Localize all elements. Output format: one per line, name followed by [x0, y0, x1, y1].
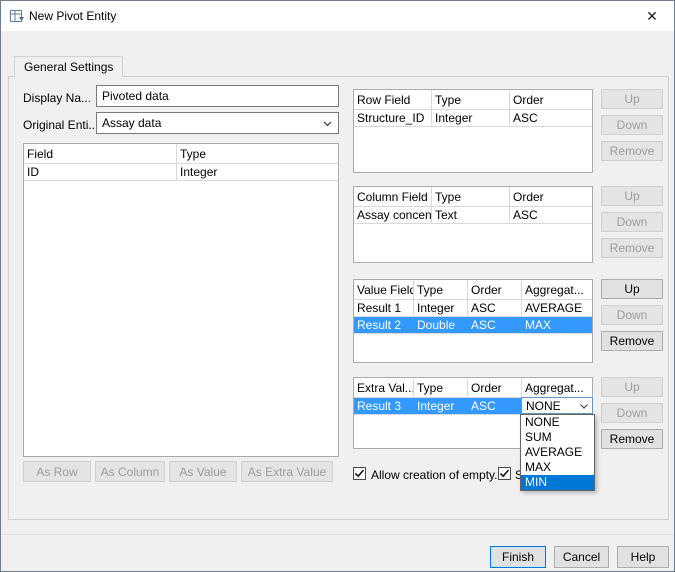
chevron-down-icon: [323, 121, 332, 127]
value-field-remove-button[interactable]: Remove: [601, 331, 663, 351]
cell-type: Integer: [177, 164, 338, 180]
dropdown-option[interactable]: MAX: [521, 460, 594, 475]
as-row-button[interactable]: As Row: [23, 461, 91, 482]
extra-value-up-button[interactable]: Up: [601, 377, 663, 397]
column-field-table: Column Field Type Order Assay concentr..…: [353, 186, 593, 263]
cell-column-field: Assay concentr...: [354, 207, 432, 223]
aggregation-combobox[interactable]: NONE: [521, 397, 593, 414]
original-entity-value: Assay data: [102, 116, 161, 130]
column-header[interactable]: Value Field: [354, 280, 414, 299]
dropdown-option[interactable]: NONE: [521, 415, 594, 430]
display-name-label: Display Na...: [23, 91, 91, 105]
cell-row-field: Structure_ID: [354, 110, 432, 126]
extra-value-header: Extra Val... Type Order Aggregat...: [354, 378, 592, 398]
column-field-header: Column Field Type Order: [354, 187, 592, 207]
dropdown-option-highlighted[interactable]: MIN: [521, 475, 594, 490]
cell-type: Integer: [414, 398, 468, 414]
cell-type: Integer: [414, 300, 468, 316]
title-bar: New Pivot Entity ✕: [1, 1, 674, 31]
value-field-up-button[interactable]: Up: [601, 279, 663, 299]
table-row[interactable]: Structure_ID Integer ASC: [354, 110, 592, 127]
cell-value-field: Result 2: [354, 317, 414, 333]
table-row[interactable]: Assay concentr... Text ASC: [354, 207, 592, 224]
column-header-type[interactable]: Type: [177, 144, 338, 163]
column-header[interactable]: Order: [510, 187, 592, 206]
column-field-up-button[interactable]: Up: [601, 186, 663, 206]
column-field-remove-button[interactable]: Remove: [601, 238, 663, 258]
value-field-down-button[interactable]: Down: [601, 305, 663, 325]
cell-type: Integer: [432, 110, 510, 126]
window-title: New Pivot Entity: [29, 9, 116, 23]
row-field-down-button[interactable]: Down: [601, 115, 663, 135]
table-row[interactable]: Result 1 Integer ASC AVERAGE: [354, 300, 592, 317]
column-header[interactable]: Type: [432, 90, 510, 109]
cell-extra-value-field: Result 3: [354, 398, 414, 414]
column-header-field[interactable]: Field: [24, 144, 177, 163]
show-checkbox[interactable]: [498, 467, 511, 480]
allow-empty-label: Allow creation of empty...: [371, 468, 504, 482]
app-icon: [9, 8, 25, 24]
field-table-header: Field Type: [24, 144, 338, 164]
finish-button[interactable]: Finish: [490, 546, 546, 568]
column-header[interactable]: Column Field: [354, 187, 432, 206]
as-value-button[interactable]: As Value: [169, 461, 237, 482]
checkmark-icon: [354, 468, 365, 479]
column-header[interactable]: Type: [414, 378, 468, 397]
dropdown-option[interactable]: SUM: [521, 430, 594, 445]
cell-order: ASC: [468, 317, 522, 333]
cell-order: ASC: [510, 207, 592, 223]
field-table: Field Type ID Integer: [23, 143, 339, 457]
column-header[interactable]: Order: [468, 280, 522, 299]
column-header[interactable]: Order: [468, 378, 522, 397]
column-header[interactable]: Aggregat...: [522, 280, 592, 299]
table-row-selected[interactable]: Result 2 Double ASC MAX: [354, 317, 592, 334]
extra-value-remove-button[interactable]: Remove: [601, 429, 663, 449]
row-field-remove-button[interactable]: Remove: [601, 141, 663, 161]
original-entity-label: Original Enti...: [23, 118, 98, 132]
chevron-down-icon: [580, 404, 588, 409]
row-field-up-button[interactable]: Up: [601, 89, 663, 109]
checkmark-icon: [499, 468, 510, 479]
cell-field: ID: [24, 164, 177, 180]
aggregation-dropdown: NONE SUM AVERAGE MAX MIN: [520, 414, 595, 491]
cell-aggregation: AVERAGE: [522, 300, 592, 316]
cell-order: ASC: [468, 300, 522, 316]
row-field-header: Row Field Type Order: [354, 90, 592, 110]
row-field-table: Row Field Type Order Structure_ID Intege…: [353, 89, 593, 173]
help-button[interactable]: Help: [617, 546, 669, 568]
cell-aggregation: MAX: [522, 317, 592, 333]
column-header[interactable]: Type: [414, 280, 468, 299]
column-header[interactable]: Extra Val...: [354, 378, 414, 397]
cell-value-field: Result 1: [354, 300, 414, 316]
cell-type: Text: [432, 207, 510, 223]
value-field-table: Value Field Type Order Aggregat... Resul…: [353, 279, 593, 363]
as-column-button[interactable]: As Column: [95, 461, 165, 482]
allow-empty-checkbox[interactable]: [353, 467, 366, 480]
tab-general-settings[interactable]: General Settings: [14, 56, 123, 77]
column-header[interactable]: Aggregat...: [522, 378, 592, 397]
extra-value-down-button[interactable]: Down: [601, 403, 663, 423]
column-header[interactable]: Order: [510, 90, 592, 109]
display-name-input[interactable]: [96, 85, 339, 107]
aggregation-combobox-value: NONE: [526, 399, 561, 413]
cell-type: Double: [414, 317, 468, 333]
dropdown-option[interactable]: AVERAGE: [521, 445, 594, 460]
cell-order: ASC: [468, 398, 522, 414]
cancel-button[interactable]: Cancel: [554, 546, 609, 568]
column-header[interactable]: Row Field: [354, 90, 432, 109]
close-button[interactable]: ✕: [636, 5, 668, 27]
value-field-header: Value Field Type Order Aggregat...: [354, 280, 592, 300]
column-header[interactable]: Type: [432, 187, 510, 206]
table-row[interactable]: ID Integer: [24, 164, 338, 181]
as-extra-value-button[interactable]: As Extra Value: [241, 461, 333, 482]
new-pivot-entity-dialog: New Pivot Entity ✕ General Settings Disp…: [0, 0, 675, 572]
column-field-down-button[interactable]: Down: [601, 212, 663, 232]
cell-order: ASC: [510, 110, 592, 126]
footer-separator: [1, 534, 675, 535]
original-entity-select[interactable]: Assay data: [96, 112, 339, 134]
